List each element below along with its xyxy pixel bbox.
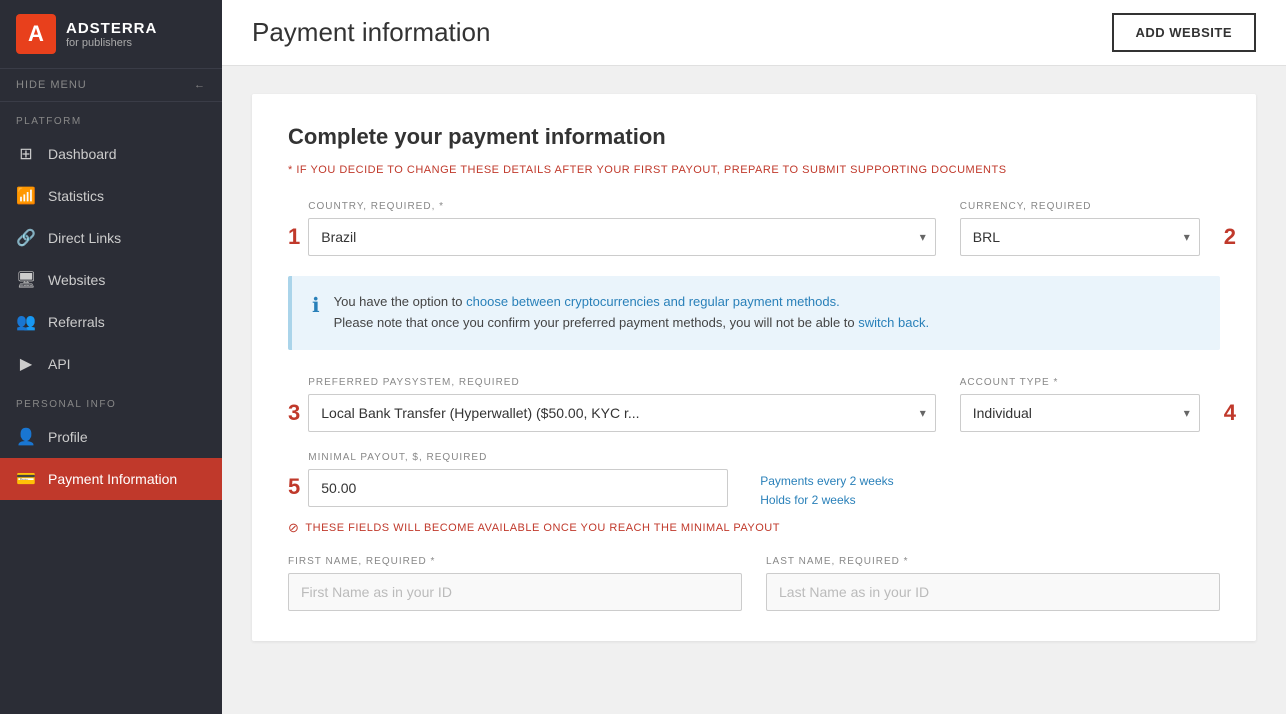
profile-icon: 👤 bbox=[16, 427, 36, 447]
page-title: Payment information bbox=[252, 17, 490, 48]
account-type-group: ACCOUNT TYPE * Individual bbox=[960, 377, 1200, 432]
notice-icon: ⊘ bbox=[288, 520, 299, 536]
payments-every-hint: Payments every 2 weeks bbox=[760, 472, 893, 491]
fields-notice-text: THESE FIELDS WILL BECOME AVAILABLE ONCE … bbox=[305, 522, 780, 534]
sidebar-item-referrals[interactable]: 👥 Referrals bbox=[0, 301, 222, 343]
platform-section-label: PLATFORM bbox=[0, 102, 222, 133]
sidebar-item-payment-information[interactable]: 💳 Payment Information bbox=[0, 458, 222, 500]
sidebar-item-api[interactable]: ▶ API bbox=[0, 343, 222, 385]
country-label: COUNTRY, REQUIRED, * bbox=[308, 201, 936, 212]
logo-title: ADSTERRA bbox=[66, 20, 157, 37]
sidebar-item-websites[interactable]: 🖥 Websites bbox=[0, 259, 222, 301]
referrals-icon: 👥 bbox=[16, 312, 36, 332]
logo-subtitle: for publishers bbox=[66, 37, 157, 49]
name-row: FIRST NAME, REQUIRED * First Name as in … bbox=[288, 556, 1220, 611]
sidebar-item-label: Payment Information bbox=[48, 471, 177, 487]
sidebar: A ADSTERRA for publishers HIDE MENU ← PL… bbox=[0, 0, 222, 714]
sidebar-item-dashboard[interactable]: ⊞ Dashboard bbox=[0, 133, 222, 175]
minimal-payout-label: MINIMAL PAYOUT, $, REQUIRED bbox=[308, 452, 728, 463]
sidebar-item-statistics[interactable]: 📶 Statistics bbox=[0, 175, 222, 217]
paysystem-select[interactable]: Local Bank Transfer (Hyperwallet) ($50.0… bbox=[308, 394, 936, 432]
minimal-payout-input[interactable] bbox=[308, 469, 728, 507]
paysystem-row: 3 PREFERRED PAYSYSTEM, REQUIRED Local Ba… bbox=[288, 374, 1220, 432]
logo: A ADSTERRA for publishers bbox=[0, 0, 222, 69]
country-group: COUNTRY, REQUIRED, * Brazil bbox=[308, 201, 936, 256]
sidebar-item-profile[interactable]: 👤 Profile bbox=[0, 416, 222, 458]
last-name-label: LAST NAME, REQUIRED * bbox=[766, 556, 1220, 567]
api-icon: ▶ bbox=[16, 354, 36, 374]
sidebar-item-label: Profile bbox=[48, 429, 88, 445]
form-title: Complete your payment information bbox=[288, 124, 1220, 150]
personal-info-section-label: PERSONAL INFO bbox=[0, 385, 222, 416]
step-2-label: 2 bbox=[1224, 224, 1236, 250]
sidebar-item-label: Statistics bbox=[48, 188, 104, 204]
topbar: Payment information ADD WEBSITE bbox=[222, 0, 1286, 66]
hide-menu-button[interactable]: HIDE MENU ← bbox=[0, 69, 222, 102]
paysystem-group: PREFERRED PAYSYSTEM, REQUIRED Local Bank… bbox=[308, 377, 936, 432]
logo-icon: A bbox=[16, 14, 56, 54]
sidebar-item-label: Websites bbox=[48, 272, 105, 288]
info-icon: ℹ bbox=[312, 293, 320, 318]
holds-hint: Holds for 2 weeks bbox=[760, 491, 893, 510]
fields-notice: ⊘ THESE FIELDS WILL BECOME AVAILABLE ONC… bbox=[288, 520, 1220, 536]
account-type-select[interactable]: Individual bbox=[960, 394, 1200, 432]
info-line1: You have the option to choose between cr… bbox=[334, 292, 929, 313]
link-icon: 🔗 bbox=[16, 228, 36, 248]
main-content: Payment information ADD WEBSITE Complete… bbox=[222, 0, 1286, 714]
add-website-button[interactable]: ADD WEBSITE bbox=[1112, 13, 1257, 52]
step-4-label: 4 bbox=[1224, 400, 1236, 426]
hide-menu-label: HIDE MENU bbox=[16, 79, 87, 91]
last-name-input[interactable] bbox=[766, 573, 1220, 611]
sidebar-item-direct-links[interactable]: 🔗 Direct Links bbox=[0, 217, 222, 259]
paysystem-label: PREFERRED PAYSYSTEM, REQUIRED bbox=[308, 377, 936, 388]
currency-label: CURRENCY, REQUIRED bbox=[960, 201, 1200, 212]
currency-group: CURRENCY, REQUIRED BRL bbox=[960, 201, 1200, 256]
form-content: Complete your payment information * IF Y… bbox=[222, 66, 1286, 714]
minimal-payout-group: MINIMAL PAYOUT, $, REQUIRED bbox=[308, 452, 728, 507]
sidebar-item-label: Referrals bbox=[48, 314, 105, 330]
step-1-label: 1 bbox=[288, 224, 300, 250]
info-line2: Please note that once you confirm your p… bbox=[334, 313, 929, 334]
info-box-text: You have the option to choose between cr… bbox=[334, 292, 929, 334]
currency-select[interactable]: BRL bbox=[960, 218, 1200, 256]
payment-icon: 💳 bbox=[16, 469, 36, 489]
dashboard-icon: ⊞ bbox=[16, 144, 36, 164]
payment-form-card: Complete your payment information * IF Y… bbox=[252, 94, 1256, 641]
country-select[interactable]: Brazil bbox=[308, 218, 936, 256]
country-currency-row: 1 COUNTRY, REQUIRED, * Brazil CURRENCY, … bbox=[288, 198, 1220, 256]
step-5-label: 5 bbox=[288, 474, 300, 500]
payment-hints: Payments every 2 weeks Holds for 2 weeks bbox=[760, 452, 893, 510]
account-type-label: ACCOUNT TYPE * bbox=[960, 377, 1200, 388]
first-name-group: FIRST NAME, REQUIRED * First Name as in … bbox=[288, 556, 742, 611]
monitor-icon: 🖥 bbox=[16, 270, 36, 290]
statistics-icon: 📶 bbox=[16, 186, 36, 206]
sidebar-item-label: API bbox=[48, 356, 71, 372]
info-box: ℹ You have the option to choose between … bbox=[288, 276, 1220, 350]
sidebar-item-label: Dashboard bbox=[48, 146, 117, 162]
last-name-group: LAST NAME, REQUIRED * Last Name as in yo… bbox=[766, 556, 1220, 611]
sidebar-item-label: Direct Links bbox=[48, 230, 121, 246]
step-3-label: 3 bbox=[288, 400, 300, 426]
arrow-left-icon: ← bbox=[194, 79, 206, 91]
first-name-label: FIRST NAME, REQUIRED * bbox=[288, 556, 742, 567]
first-name-input[interactable] bbox=[288, 573, 742, 611]
form-warning: * IF YOU DECIDE TO CHANGE THESE DETAILS … bbox=[288, 164, 1220, 176]
minimal-payout-row: 5 MINIMAL PAYOUT, $, REQUIRED Payments e… bbox=[288, 452, 1220, 510]
